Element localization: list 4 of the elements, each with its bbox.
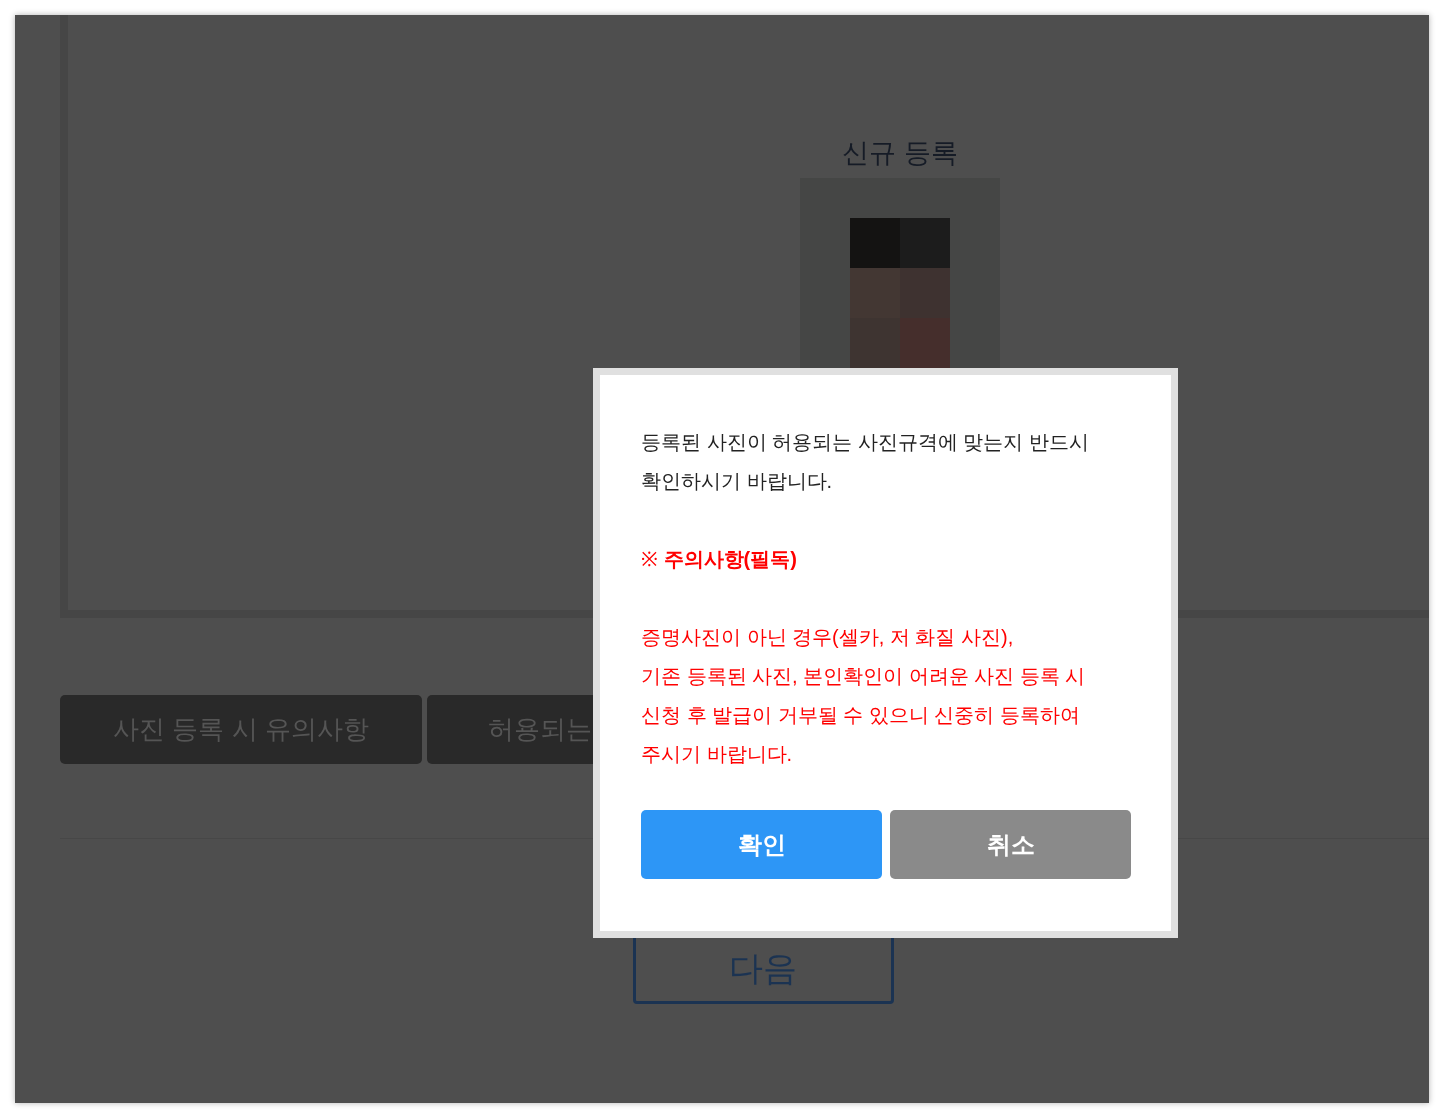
dialog-message: 등록된 사진이 허용되는 사진규격에 맞는지 반드시 확인하시기 바랍니다.	[641, 430, 1090, 494]
notice-heading: ※ 주의사항(필독)	[641, 547, 798, 572]
section-title: 신규 등록	[842, 137, 958, 170]
warning-message: 증명사진이 아닌 경우(셀카, 저 화질 사진), 기존 등록된 사진, 본인확인이 어려운 사진 등록 시 신청 후 발급이 거부될 수 있으니 신중히 등록하여 주시기 바랍니다.	[641, 625, 1087, 767]
